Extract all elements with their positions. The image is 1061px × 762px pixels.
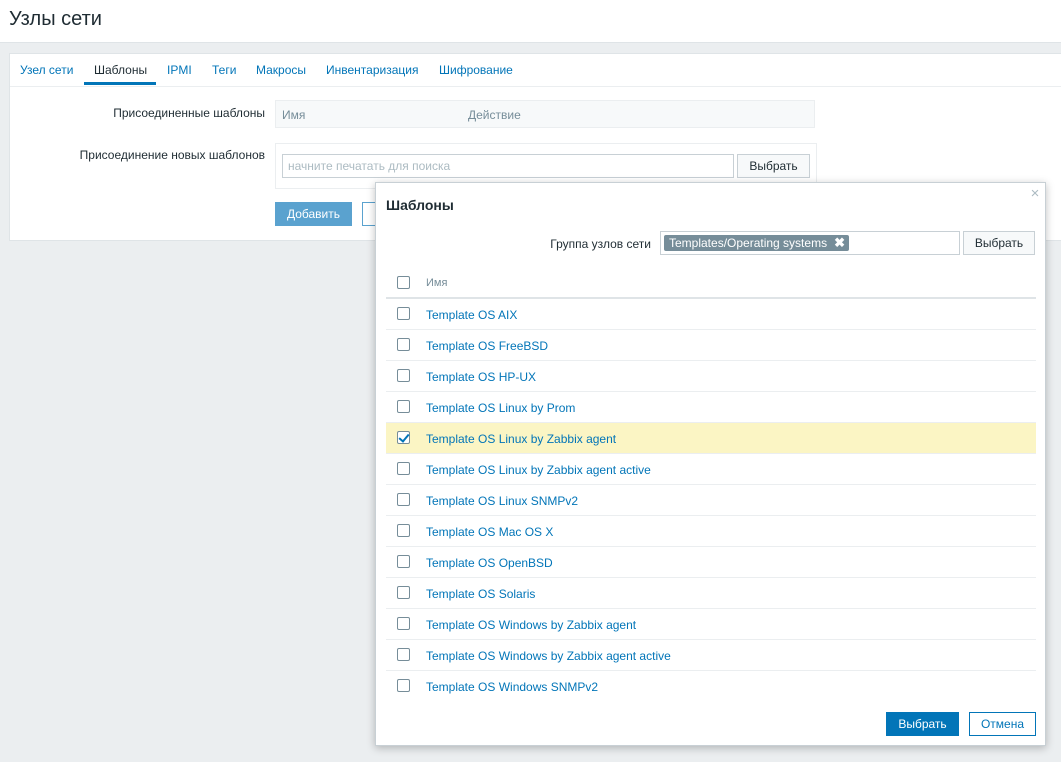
host-group-multiselect[interactable]: Templates/Operating systems ✖ bbox=[660, 231, 960, 255]
dialog-cancel-button[interactable]: Отмена bbox=[969, 712, 1036, 736]
template-link[interactable]: Template OS Windows by Zabbix agent acti… bbox=[426, 649, 671, 663]
row-checkbox[interactable] bbox=[397, 679, 410, 692]
list-item[interactable]: Template OS Linux by Prom bbox=[386, 392, 1036, 423]
select-templates-button[interactable]: Выбрать bbox=[737, 154, 810, 178]
remove-chip-icon[interactable]: ✖ bbox=[834, 235, 845, 251]
active-tab-indicator bbox=[84, 82, 156, 85]
tab-bar: Узел сети Шаблоны IPMI Теги Макросы Инве… bbox=[10, 54, 1061, 87]
template-link[interactable]: Template OS Linux by Zabbix agent active bbox=[426, 463, 651, 477]
list-item[interactable]: Template OS Mac OS X bbox=[386, 516, 1036, 547]
row-checkbox[interactable] bbox=[397, 431, 410, 444]
list-rows: Template OS AIX Template OS FreeBSD Templa… bbox=[386, 299, 1036, 702]
column-name-header: Имя bbox=[426, 277, 448, 289]
tab-host[interactable]: Узел сети bbox=[20, 63, 73, 77]
linked-col-name: Имя bbox=[282, 108, 306, 122]
template-search-input[interactable] bbox=[282, 154, 734, 178]
row-checkbox[interactable] bbox=[397, 648, 410, 661]
list-item[interactable]: Template OS Windows SNMPv2 bbox=[386, 671, 1036, 702]
tab-templates[interactable]: Шаблоны bbox=[94, 63, 147, 77]
row-checkbox[interactable] bbox=[397, 307, 410, 320]
template-link[interactable]: Template OS Linux by Zabbix agent bbox=[426, 432, 616, 446]
list-header: Имя bbox=[386, 268, 1036, 299]
template-link[interactable]: Template OS Windows SNMPv2 bbox=[426, 680, 598, 694]
template-link[interactable]: Template OS OpenBSD bbox=[426, 556, 553, 570]
page-header: Узлы сети bbox=[0, 0, 1061, 43]
linked-col-action: Действие bbox=[468, 108, 521, 122]
list-item[interactable]: Template OS Linux SNMPv2 bbox=[386, 485, 1036, 516]
row-checkbox[interactable] bbox=[397, 617, 410, 630]
list-item[interactable]: Template OS AIX bbox=[386, 299, 1036, 330]
host-group-chip: Templates/Operating systems ✖ bbox=[664, 235, 850, 251]
close-icon[interactable]: × bbox=[1027, 185, 1043, 203]
template-link[interactable]: Template OS HP-UX bbox=[426, 370, 536, 384]
list-item[interactable]: Template OS Windows by Zabbix agent bbox=[386, 609, 1036, 640]
row-checkbox[interactable] bbox=[397, 586, 410, 599]
template-link[interactable]: Template OS Linux by Prom bbox=[426, 401, 575, 415]
template-link[interactable]: Template OS Linux SNMPv2 bbox=[426, 494, 578, 508]
link-new-templates-label: Присоединение новых шаблонов bbox=[79, 148, 265, 162]
select-all-checkbox[interactable] bbox=[397, 276, 410, 289]
row-checkbox[interactable] bbox=[397, 400, 410, 413]
row-checkbox[interactable] bbox=[397, 462, 410, 475]
templates-list: Имя Template OS AIX Template OS FreeBSD Te… bbox=[386, 268, 1036, 702]
dialog-title: Шаблоны bbox=[386, 197, 454, 213]
list-item[interactable]: Template OS HP-UX bbox=[386, 361, 1036, 392]
linked-templates-table: Имя Действие bbox=[275, 100, 815, 128]
template-link[interactable]: Template OS Mac OS X bbox=[426, 525, 553, 539]
host-group-chip-label: Templates/Operating systems bbox=[669, 236, 828, 250]
template-link[interactable]: Template OS FreeBSD bbox=[426, 339, 548, 353]
list-item[interactable]: Template OS Solaris bbox=[386, 578, 1036, 609]
list-item[interactable]: Template OS Linux by Zabbix agent bbox=[386, 423, 1036, 454]
tab-encryption[interactable]: Шифрование bbox=[439, 63, 513, 77]
dialog-select-button[interactable]: Выбрать bbox=[886, 712, 959, 736]
host-group-select-button[interactable]: Выбрать bbox=[963, 231, 1035, 255]
row-checkbox[interactable] bbox=[397, 493, 410, 506]
row-checkbox[interactable] bbox=[397, 369, 410, 382]
row-checkbox[interactable] bbox=[397, 555, 410, 568]
row-checkbox[interactable] bbox=[397, 524, 410, 537]
templates-dialog: Шаблоны × Группа узлов сети Templates/Op… bbox=[375, 182, 1046, 746]
tab-inventory[interactable]: Инвентаризация bbox=[326, 63, 418, 77]
list-item[interactable]: Template OS FreeBSD bbox=[386, 330, 1036, 361]
add-button[interactable]: Добавить bbox=[275, 202, 352, 226]
host-group-filter-label: Группа узлов сети bbox=[550, 237, 651, 251]
page-title: Узлы сети bbox=[9, 8, 102, 30]
list-item[interactable]: Template OS OpenBSD bbox=[386, 547, 1036, 578]
linked-templates-label: Присоединенные шаблоны bbox=[113, 106, 265, 120]
template-link[interactable]: Template OS AIX bbox=[426, 308, 517, 322]
row-checkbox[interactable] bbox=[397, 338, 410, 351]
list-item[interactable]: Template OS Windows by Zabbix agent acti… bbox=[386, 640, 1036, 671]
template-link[interactable]: Template OS Solaris bbox=[426, 587, 535, 601]
tab-macros[interactable]: Макросы bbox=[256, 63, 306, 77]
list-item[interactable]: Template OS Linux by Zabbix agent active bbox=[386, 454, 1036, 485]
template-link[interactable]: Template OS Windows by Zabbix agent bbox=[426, 618, 636, 632]
tab-tags[interactable]: Теги bbox=[212, 63, 236, 77]
tab-ipmi[interactable]: IPMI bbox=[167, 63, 192, 77]
